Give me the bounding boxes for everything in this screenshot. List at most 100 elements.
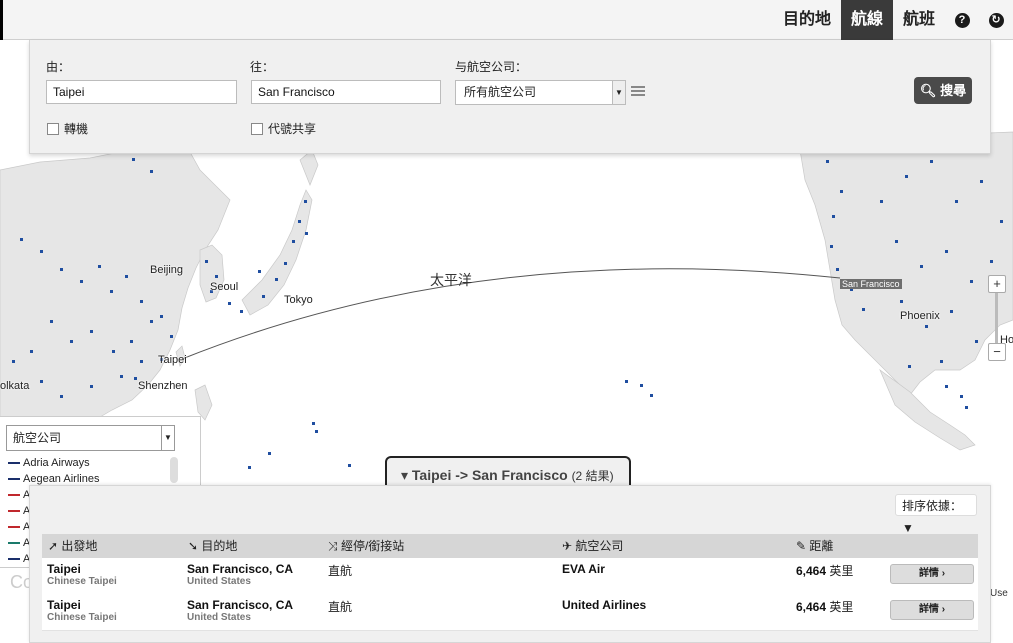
mexico [879,368,976,451]
sort-label: 排序依據： [902,499,963,513]
city-label-tokyo: Tokyo [284,294,313,306]
zoom-in-button[interactable]: + [988,275,1006,293]
codeshare-checkbox[interactable]: 代號共享 [251,120,316,137]
header-distance[interactable]: ✎ 距離 [796,534,833,558]
city-label-shenzhen: Shenzhen [138,380,188,392]
details-button[interactable]: 詳情 › [890,600,974,620]
destination-country: United States [187,576,251,587]
chevron-right-icon: › [941,568,946,579]
sort-dropdown[interactable]: 排序依據： ▼ [895,494,977,535]
chevron-down-icon: ▼ [161,426,174,450]
nav-routes[interactable]: 航線 [840,0,893,40]
origin-country: Chinese Taipei [47,612,117,623]
header-stops[interactable]: ⤨ 經停/銜接站 [328,534,404,558]
result-count: (2 結果) [571,469,614,483]
header-stops-label: 經停/銜接站 [340,539,405,553]
terms-link[interactable]: Use [990,588,1008,599]
distance-value: 6,464 [796,564,827,578]
search-button-label: 搜尋 [940,83,967,98]
airline-label: 与航空公司： [455,60,528,74]
top-nav-bar: 目的地 航線 航班 ? ↻ [0,0,1013,40]
zoom-slider[interactable] [995,293,998,343]
airline-item-label: Aegean Airlines [23,473,100,485]
city-label-phoenix: Phoenix [900,310,940,322]
airline-item[interactable]: A [8,505,30,517]
from-input[interactable] [46,80,237,104]
header-destination-label: 目的地 [201,539,238,553]
chevron-right-icon: › [941,604,946,615]
checkbox-box [251,122,263,135]
details-label: 詳情 [918,604,939,615]
zoom-control: + − [988,275,1006,361]
transfer-label: 轉機 [64,122,89,136]
city-label-beijing: Beijing [150,264,184,276]
airline-item[interactable]: Adria Airways [8,457,90,469]
collapse-icon: ▾ [401,467,409,483]
airline-item[interactable]: A [8,537,30,549]
airline-item[interactable]: A [8,489,30,501]
korea [199,244,225,303]
table-row[interactable]: Taipei Chinese Taipei San Francisco, CA Un… [42,594,978,631]
plane-icon: ✈ [562,539,573,553]
destination-city: San Francisco, CA [187,598,294,612]
from-label: 由： [46,60,71,74]
airline-select-value: 所有航空公司 [464,85,537,99]
window-edge [0,0,3,40]
checkbox-box [47,122,59,135]
main-nav: 目的地 航線 航班 ? ↻ [773,0,1013,40]
details-button[interactable]: 詳情 › [890,564,974,584]
airline-color-swatch [8,510,20,512]
airline-filter-select-value: 航空公司 [13,431,62,445]
results-panel: 排序依據： ▼ ➚ 出發地 ➘ 目的地 ⤨ 經停/銜接站 ✈ 航空公司 ✎ 距離… [29,485,991,643]
header-origin-label: 出發地 [61,539,98,553]
airline-item[interactable]: A [8,553,30,565]
nav-destinations[interactable]: 目的地 [773,0,841,40]
airline-color-swatch [8,478,20,480]
header-airline-label: 航空公司 [575,539,624,553]
airline-name: EVA Air [562,562,605,576]
distance-value: 6,464 [796,600,827,614]
results-table-header: ➚ 出發地 ➘ 目的地 ⤨ 經停/銜接站 ✈ 航空公司 ✎ 距離 [42,534,978,558]
refresh-icon: ↻ [988,12,1004,28]
route-results-tab[interactable]: ▾ Taipei -> San Francisco (2 結果) [385,456,631,486]
stops-value: 直航 [328,564,353,578]
to-input[interactable] [251,80,441,104]
header-origin[interactable]: ➚ 出發地 [48,534,97,558]
search-button[interactable]: 🔍︎ 搜尋 [914,77,972,104]
philippines [194,384,213,421]
origin-city: Taipei [47,598,81,612]
airline-color-swatch [8,494,20,496]
airline-filter-select[interactable]: 航空公司 ▼ [6,425,175,451]
city-label-seoul: Seoul [210,281,239,293]
city-label-kolkata: olkata [0,380,30,392]
to-label: 往： [250,60,275,74]
details-label: 詳情 [918,568,939,579]
airline-list-scrollbar[interactable] [170,457,178,483]
refresh-button[interactable]: ↻ [979,0,1013,40]
airline-item[interactable]: Aegean Airlines [8,473,99,485]
airline-color-swatch [8,462,20,464]
route-title: Taipei -> San Francisco [411,467,568,483]
ocean-label: 太平洋 [430,272,472,288]
help-button[interactable]: ? [945,0,979,40]
zoom-out-button[interactable]: − [988,343,1006,361]
header-destination[interactable]: ➘ 目的地 [188,534,237,558]
help-icon: ? [954,12,970,28]
airline-color-swatch [8,526,20,528]
north-america [799,131,1013,396]
nav-flights[interactable]: 航班 [893,0,945,40]
airline-color-swatch [8,558,20,560]
chevron-down-icon: ▼ [902,521,914,535]
list-icon[interactable] [631,86,645,98]
search-panel: 由： ⇄ 往： 与航空公司： 所有航空公司 ▼ 🔍︎ 搜尋 轉機 代號共享 [29,40,991,154]
city-label-san-francisco: San Francisco [840,279,902,289]
table-row[interactable]: Taipei Chinese Taipei San Francisco, CA Un… [42,558,978,595]
search-icon: 🔍︎ [919,83,937,98]
transfer-checkbox[interactable]: 轉機 [47,120,88,137]
codeshare-label: 代號共享 [268,122,317,136]
airline-color-swatch [8,542,20,544]
airline-item[interactable]: A [8,521,30,533]
airline-select[interactable]: 所有航空公司 ▼ [455,80,626,105]
header-airline[interactable]: ✈ 航空公司 [562,534,623,558]
pencil-icon: ✎ [796,539,807,553]
